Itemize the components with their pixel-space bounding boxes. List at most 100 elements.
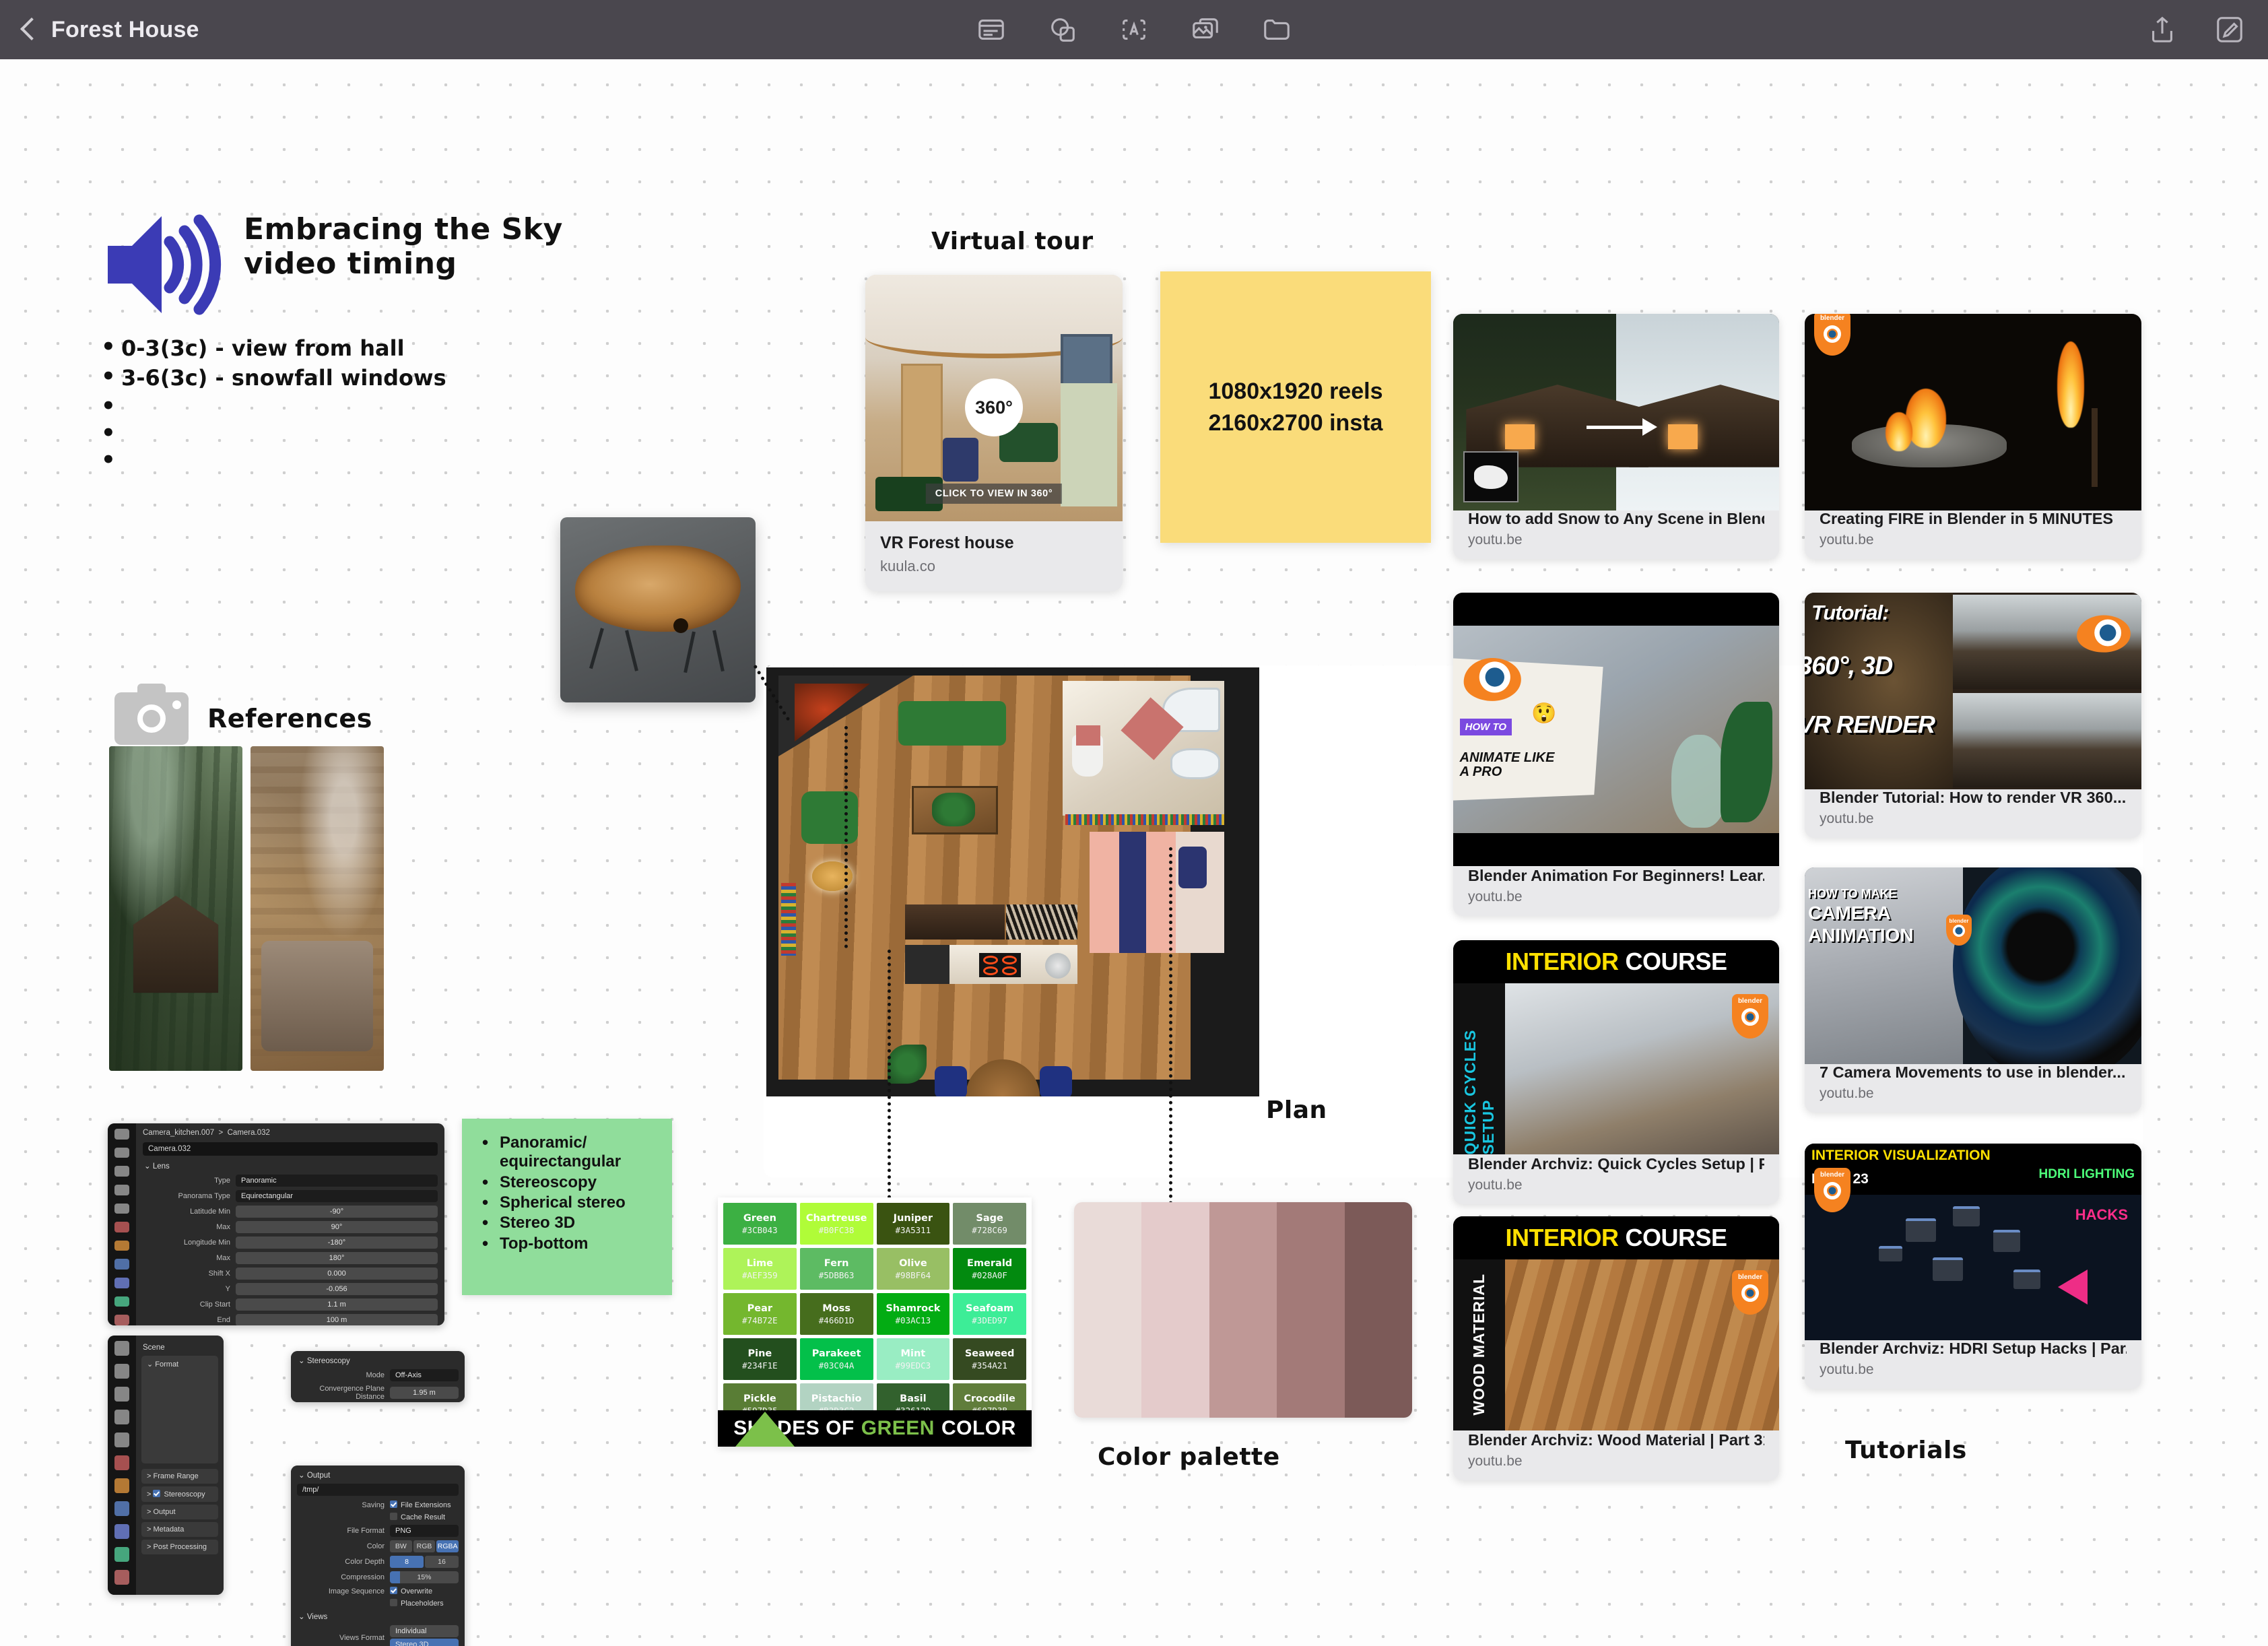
image-sequence-field[interactable]: Image Sequence Overwrite: [297, 1587, 459, 1595]
scene-section-row[interactable]: > Stereoscopy: [141, 1486, 218, 1502]
note-card-icon[interactable]: [976, 14, 1007, 45]
list-item[interactable]: 0-3(3c) - view from hall: [94, 335, 606, 361]
tutorial-card-wood-material[interactable]: INTERIOR COURSE WOOD MATERIAL blender Bl…: [1453, 1216, 1779, 1480]
scene-section-row[interactable]: > Post Processing: [141, 1540, 218, 1554]
field-value[interactable]: Panoramic: [236, 1175, 438, 1187]
segment-option[interactable]: BW: [390, 1540, 412, 1552]
camera-data-icon[interactable]: [114, 1547, 129, 1562]
blender-stereoscopy-panel[interactable]: ⌄ Stereoscopy Mode Off-Axis Convergence …: [291, 1351, 465, 1402]
blender-camera-properties-panel[interactable]: Camera_kitchen.007 > Camera.032 Camera.0…: [108, 1123, 444, 1325]
saving-field[interactable]: Saving File Extensions: [297, 1501, 459, 1509]
virtual-tour-cta[interactable]: CLICK TO VIEW IN 360°: [926, 484, 1062, 504]
shapes-icon[interactable]: [1047, 14, 1078, 45]
object-icon[interactable]: [114, 1241, 129, 1251]
camera-options-note[interactable]: Panoramic/ equirectangular Stereoscopy S…: [462, 1119, 672, 1295]
color-depth-field[interactable]: Color Depth 816: [297, 1556, 459, 1568]
camera-field[interactable]: End100 m: [143, 1314, 438, 1325]
camera-field[interactable]: Shift X0.000: [143, 1268, 438, 1280]
tutorial-card-snow[interactable]: How to add Snow to Any Scene in Blender …: [1453, 314, 1779, 559]
back-button[interactable]: [18, 16, 38, 43]
camera-data-icon[interactable]: [114, 1296, 129, 1307]
stereo-mode-value[interactable]: Off-Axis: [390, 1369, 459, 1381]
field-value[interactable]: 180°: [236, 1252, 438, 1264]
tutorial-card-quick-cycles[interactable]: INTERIOR COURSE QUICK CYCLES SETUP blend…: [1453, 940, 1779, 1204]
placeholders-checkbox[interactable]: [390, 1599, 397, 1606]
reference-image-cabin-interior[interactable]: [251, 746, 384, 1071]
color-segmented-control[interactable]: BWRGBRGBA: [390, 1540, 459, 1552]
field-value[interactable]: Equirectangular: [236, 1190, 438, 1202]
folder-icon[interactable]: [1261, 14, 1292, 45]
segment-option[interactable]: 8: [390, 1556, 424, 1568]
color-field[interactable]: Color BWRGBRGBA: [297, 1540, 459, 1552]
share-icon[interactable]: [2147, 14, 2178, 45]
floor-plan-image[interactable]: [766, 667, 1259, 1096]
camera-field[interactable]: Clip Start1.1 m: [143, 1298, 438, 1311]
format-section[interactable]: ⌄ Format: [141, 1356, 218, 1463]
list-item[interactable]: [94, 395, 606, 418]
convergence-value[interactable]: 1.95 m: [390, 1387, 459, 1399]
render-icon[interactable]: [114, 1364, 129, 1379]
compression-field[interactable]: Compression 15%: [297, 1571, 459, 1583]
views-format-option-stereo3d[interactable]: Stereo 3D: [390, 1639, 459, 1646]
cache-result-checkbox[interactable]: [390, 1513, 397, 1520]
segment-option[interactable]: RGBA: [436, 1540, 459, 1552]
file-extensions-checkbox[interactable]: [390, 1501, 397, 1508]
tutorial-card-camera-movements[interactable]: HOW TO MAKE CAMERA ANIMATION blender 7 C…: [1805, 867, 2141, 1113]
blender-scene-output-panel[interactable]: Scene ⌄ Format > Frame Range> Stereoscop…: [108, 1336, 224, 1595]
scene-icon[interactable]: [114, 1433, 129, 1447]
virtual-tour-card[interactable]: 360° CLICK TO VIEW IN 360° VR Forest hou…: [865, 275, 1123, 591]
tutorial-card-vr360[interactable]: Tutorial: 360°, 3D VR RENDER Blender Tut…: [1805, 593, 2141, 838]
reference-image-forest-cabin[interactable]: [109, 746, 242, 1071]
field-value[interactable]: -0.056: [236, 1283, 438, 1295]
tutorial-card-hdri[interactable]: INTERIOR VISUALIZATION PART 23 HDRI LIGH…: [1805, 1144, 2141, 1389]
views-section-header[interactable]: ⌄ Views: [298, 1612, 459, 1621]
field-value[interactable]: 0.000: [236, 1268, 438, 1280]
camera-field[interactable]: Latitude Min-90°: [143, 1206, 438, 1218]
views-format-field[interactable]: Views Format Individual Stereo 3D: [297, 1625, 459, 1646]
scene-section-row[interactable]: > Metadata: [141, 1522, 218, 1537]
whiteboard-canvas[interactable]: Embracing the Sky video timing 0-3(3c) -…: [0, 59, 2268, 1646]
tool-icon[interactable]: [114, 1341, 129, 1356]
segment-option[interactable]: RGB: [413, 1540, 436, 1552]
compose-icon[interactable]: [2214, 14, 2245, 45]
text-frame-icon[interactable]: [1119, 14, 1149, 45]
color-depth-segmented-control[interactable]: 816: [390, 1556, 459, 1568]
photos-icon[interactable]: [1190, 14, 1221, 45]
physics-icon[interactable]: [114, 1259, 129, 1270]
camera-name-field[interactable]: Camera.032: [143, 1142, 438, 1156]
output-path-field[interactable]: /tmp/: [297, 1484, 459, 1496]
scene-section-row[interactable]: > Output: [141, 1505, 218, 1519]
camera-field[interactable]: Y-0.056: [143, 1283, 438, 1295]
field-value[interactable]: 100 m: [236, 1314, 438, 1325]
placeholders-field[interactable]: Placeholders: [297, 1599, 459, 1608]
convergence-field[interactable]: Convergence Plane Distance 1.95 m: [297, 1385, 459, 1401]
scene-icon[interactable]: [114, 1204, 129, 1214]
cache-result-field[interactable]: Cache Result: [297, 1513, 459, 1521]
camera-field[interactable]: Longitude Min-180°: [143, 1237, 438, 1249]
camera-field[interactable]: Panorama TypeEquirectangular: [143, 1190, 438, 1202]
field-value[interactable]: 1.1 m: [236, 1298, 438, 1311]
list-item[interactable]: 3-6(3c) - snowfall windows: [94, 365, 606, 391]
overwrite-checkbox[interactable]: [390, 1587, 397, 1594]
world-icon[interactable]: [114, 1455, 129, 1470]
file-format-value[interactable]: PNG: [390, 1525, 459, 1537]
render-icon[interactable]: [114, 1148, 129, 1158]
view-layer-icon[interactable]: [114, 1185, 129, 1195]
segment-option[interactable]: 16: [425, 1556, 459, 1568]
360-badge[interactable]: 360°: [965, 378, 1023, 436]
output-icon[interactable]: [114, 1387, 129, 1402]
texture-icon[interactable]: [114, 1570, 129, 1585]
color-palette-swatches[interactable]: [1074, 1202, 1412, 1418]
list-item[interactable]: [94, 449, 606, 471]
lens-section-header[interactable]: ⌄ Lens: [144, 1161, 438, 1171]
reference-image-wood-table[interactable]: [560, 517, 756, 702]
texture-icon[interactable]: [114, 1315, 129, 1325]
constraints-icon[interactable]: [114, 1278, 129, 1288]
field-value[interactable]: -180°: [236, 1237, 438, 1249]
tutorial-card-animation[interactable]: HOW TO ANIMATE LIKE A PRO 😲 Blender Anim…: [1453, 593, 1779, 916]
tool-icon[interactable]: [114, 1129, 129, 1140]
world-icon[interactable]: [114, 1222, 129, 1232]
physics-icon[interactable]: [114, 1501, 129, 1516]
constraints-icon[interactable]: [114, 1524, 129, 1539]
file-format-field[interactable]: File Format PNG: [297, 1525, 459, 1537]
